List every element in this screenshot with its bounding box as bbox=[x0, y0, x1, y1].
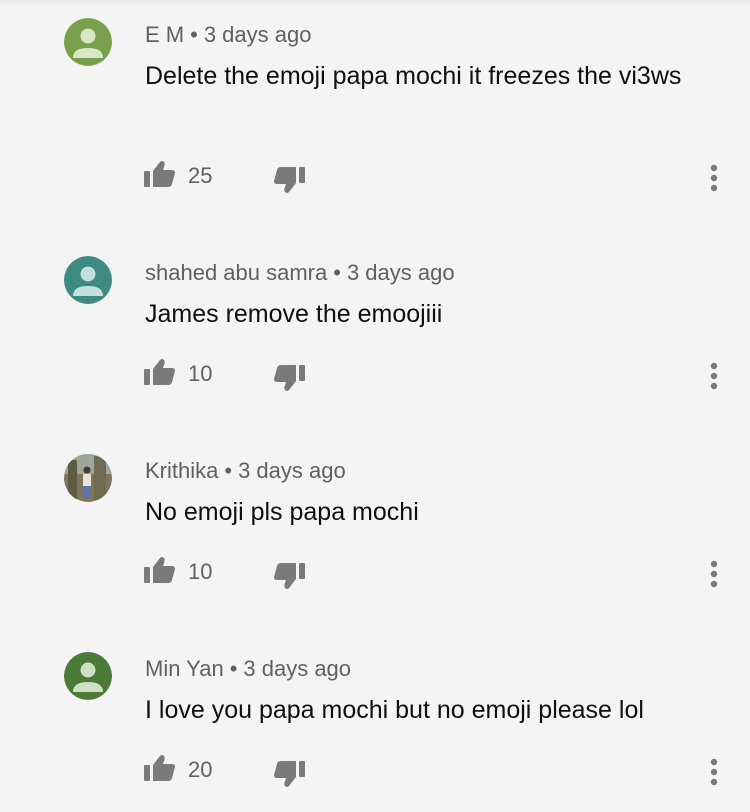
more-vert-icon[interactable] bbox=[700, 555, 728, 595]
thumb-down-icon[interactable] bbox=[270, 359, 308, 397]
comment-time[interactable]: 3 days ago bbox=[238, 458, 346, 483]
user-avatar-icon bbox=[64, 18, 112, 66]
thumb-down-icon[interactable] bbox=[270, 161, 308, 199]
comment-author[interactable]: Min Yan bbox=[145, 656, 224, 681]
thumb-up-icon[interactable] bbox=[142, 157, 180, 195]
user-avatar-icon bbox=[64, 256, 112, 304]
comment-author[interactable]: E M bbox=[145, 22, 184, 47]
avatar[interactable] bbox=[64, 18, 112, 66]
meta-separator: • bbox=[190, 22, 198, 47]
meta-separator: • bbox=[224, 458, 233, 483]
more-vert-icon[interactable] bbox=[700, 753, 728, 793]
comment-author[interactable]: shahed abu samra bbox=[145, 260, 327, 285]
thumb-down-icon[interactable] bbox=[270, 755, 308, 793]
comment-actions: 20 bbox=[0, 751, 750, 791]
like-count: 10 bbox=[188, 361, 213, 386]
comment-actions: 25 bbox=[0, 157, 750, 197]
like-count: 20 bbox=[188, 757, 213, 782]
avatar[interactable] bbox=[64, 652, 112, 700]
comment-actions: 10 bbox=[0, 553, 750, 593]
comment-actions: 10 bbox=[0, 355, 750, 395]
comment-time[interactable]: 3 days ago bbox=[204, 22, 312, 47]
comment-time[interactable]: 3 days ago bbox=[347, 260, 455, 285]
meta-separator: • bbox=[229, 656, 238, 681]
avatar[interactable] bbox=[64, 256, 112, 304]
comment-meta: E M • 3 days ago bbox=[145, 22, 311, 48]
comment-text: I love you papa mochi but no emoji pleas… bbox=[145, 696, 644, 724]
comment-author[interactable]: Krithika bbox=[145, 458, 218, 483]
thumb-up-icon[interactable] bbox=[142, 553, 180, 591]
comment-meta: shahed abu samra • 3 days ago bbox=[145, 260, 455, 286]
comment-time[interactable]: 3 days ago bbox=[243, 656, 351, 681]
thumb-up-icon[interactable] bbox=[142, 751, 180, 789]
like-count: 10 bbox=[188, 559, 213, 584]
avatar[interactable] bbox=[64, 454, 112, 502]
more-vert-icon[interactable] bbox=[700, 357, 728, 397]
comment-text: Delete the emoji papa mochi it freezes t… bbox=[145, 62, 682, 90]
thumb-down-icon[interactable] bbox=[270, 557, 308, 595]
comment-text: James remove the emoojiii bbox=[145, 300, 443, 328]
more-vert-icon[interactable] bbox=[700, 159, 728, 199]
like-count: 25 bbox=[188, 163, 213, 188]
user-avatar-icon bbox=[64, 652, 112, 700]
user-photo-avatar bbox=[64, 454, 112, 502]
thumb-up-icon[interactable] bbox=[142, 355, 180, 393]
comment-meta: Krithika • 3 days ago bbox=[145, 458, 346, 484]
comment-text: No emoji pls papa mochi bbox=[145, 498, 419, 526]
comment-meta: Min Yan • 3 days ago bbox=[145, 656, 351, 682]
top-divider bbox=[0, 0, 750, 6]
meta-separator: • bbox=[333, 260, 341, 285]
